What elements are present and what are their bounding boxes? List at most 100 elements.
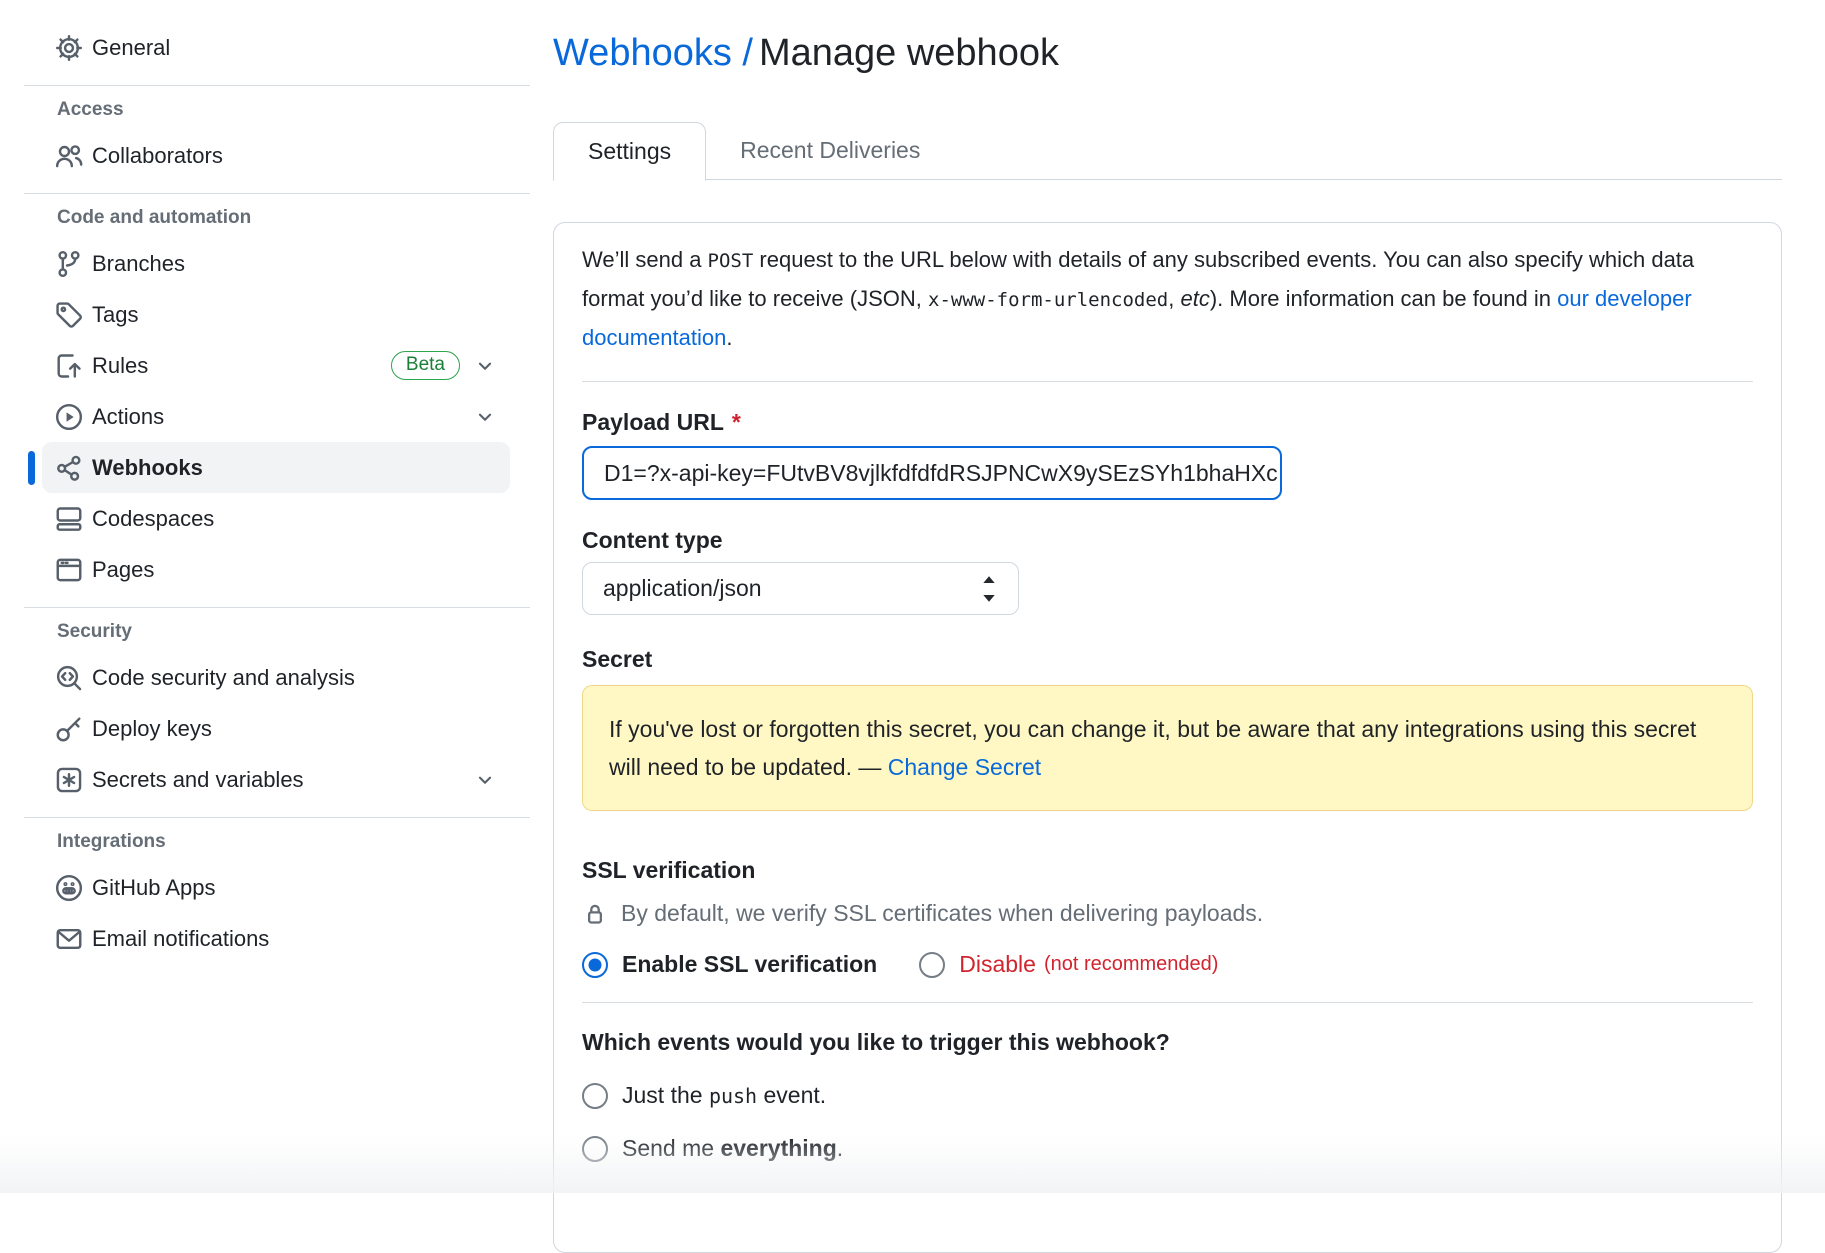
sidebar-item-label: Rules (92, 353, 148, 379)
main-content: Webhooks /Manage webhook Settings Recent… (530, 0, 1825, 1193)
sidebar-item-email-notifications[interactable]: Email notifications (42, 913, 510, 964)
sidebar-item-label: Email notifications (92, 926, 269, 952)
everything-bold: everything (720, 1135, 836, 1161)
change-secret-link[interactable]: Change Secret (888, 754, 1041, 780)
webhook-description: We’ll send a POST request to the URL bel… (582, 241, 1753, 357)
sidebar-item-branches[interactable]: Branches (42, 238, 510, 289)
people-icon (54, 141, 84, 171)
just-push-text: Just the (622, 1082, 709, 1108)
page-title-current: Manage webhook (759, 32, 1059, 74)
sidebar-item-pages[interactable]: Pages (42, 544, 510, 595)
enable-ssl-radio[interactable] (582, 952, 608, 978)
sidebar-item-rules[interactable]: Rules Beta (42, 340, 510, 391)
section-divider (582, 1002, 1753, 1003)
just-push-label: Just the push event. (622, 1082, 826, 1109)
content-type-value: application/json (603, 575, 762, 602)
payload-url-input[interactable]: D1=?x-api-key=FUtvBV8vjlkfdfdfdRSJPNCwX9… (582, 446, 1282, 500)
rules-icon (54, 351, 84, 381)
ssl-note-text: By default, we verify SSL certificates w… (621, 900, 1263, 927)
mail-icon (54, 924, 84, 954)
sidebar-item-label: GitHub Apps (92, 875, 216, 901)
sidebar-divider (24, 607, 530, 608)
chevron-down-icon (474, 355, 496, 377)
secrets-icon (54, 765, 84, 795)
description-text: ). More information can be found in (1210, 286, 1557, 311)
disable-ssl-note: (not recommended) (1044, 953, 1219, 976)
sidebar-item-label: Secrets and variables (92, 767, 304, 793)
events-question: Which events would you like to trigger t… (582, 1029, 1753, 1056)
send-everything-label: Send me everything. (622, 1135, 843, 1162)
content-type-select[interactable]: application/json (582, 562, 1019, 615)
sidebar-item-label: Deploy keys (92, 716, 212, 742)
tabnav: Settings Recent Deliveries (553, 122, 1782, 180)
chevron-down-icon (474, 769, 496, 791)
send-everything-radio[interactable] (582, 1136, 608, 1162)
sidebar-section-header: Access (57, 98, 530, 122)
disable-ssl-label: Disable (959, 951, 1036, 978)
key-icon (54, 714, 84, 744)
tab-settings[interactable]: Settings (553, 122, 706, 181)
sidebar-item-label: Pages (92, 557, 154, 583)
event-option-push: Just the push event. (582, 1082, 1753, 1109)
sidebar-item-general[interactable]: General (42, 22, 510, 73)
sidebar-item-collaborators[interactable]: Collaborators (42, 130, 510, 181)
section-divider (582, 381, 1753, 382)
required-asterisk: * (732, 409, 741, 435)
pages-icon (54, 555, 84, 585)
urlencoded-code: x-www-form-urlencoded (928, 289, 1168, 311)
branch-icon (54, 249, 84, 279)
secret-label: Secret (582, 645, 1753, 673)
sidebar-item-webhooks[interactable]: Webhooks (42, 442, 510, 493)
etc-italic: etc (1180, 286, 1209, 311)
sidebar-item-label: Actions (92, 404, 164, 430)
active-indicator (28, 451, 35, 485)
description-text: We’ll send a (582, 247, 708, 272)
payload-url-value: RSJPNCwX9ySEzSYh1bhaHXc (949, 460, 1278, 487)
disable-ssl-group: Disable (not recommended) (919, 951, 1218, 978)
ssl-verification-heading: SSL verification (582, 857, 1753, 884)
sidebar-item-label: General (92, 35, 170, 61)
repo-settings-page: General Access Collaborators Code and autom… (0, 0, 1825, 1193)
send-everything-text: Send me (622, 1135, 720, 1161)
sidebar-divider (24, 193, 530, 194)
payload-url-label-text: Payload URL (582, 409, 724, 435)
sidebar-item-label: Tags (92, 302, 138, 328)
sidebar-item-deploy-keys[interactable]: Deploy keys (42, 703, 510, 754)
tag-icon (54, 300, 84, 330)
breadcrumb-webhooks-link[interactable]: Webhooks / (553, 32, 753, 74)
just-push-radio[interactable] (582, 1083, 608, 1109)
secret-warning-text: If you've lost or forgotten this secret,… (609, 716, 1696, 780)
tab-recent-deliveries[interactable]: Recent Deliveries (706, 122, 954, 179)
payload-url-label: Payload URL * (582, 408, 1753, 436)
sidebar-item-secrets-and-variables[interactable]: Secrets and variables (42, 754, 510, 805)
description-text: , (1168, 286, 1180, 311)
codescan-icon (54, 663, 84, 693)
sidebar-item-github-apps[interactable]: GitHub Apps (42, 862, 510, 913)
beta-badge: Beta (391, 351, 460, 381)
page-title: Webhooks /Manage webhook (553, 26, 1782, 80)
sidebar-section-header: Integrations (57, 830, 530, 854)
description-text: . (726, 325, 732, 350)
ssl-note: By default, we verify SSL certificates w… (582, 900, 1753, 927)
push-code: push (709, 1084, 757, 1108)
content-type-label: Content type (582, 526, 1753, 554)
send-everything-text: . (837, 1135, 843, 1161)
sidebar-item-tags[interactable]: Tags (42, 289, 510, 340)
event-option-everything: Send me everything. (582, 1135, 1753, 1162)
chevron-down-icon (474, 406, 496, 428)
sidebar-item-code-security-and-analysis[interactable]: Code security and analysis (42, 652, 510, 703)
unfold-icon (980, 574, 998, 604)
sidebar-item-actions[interactable]: Actions (42, 391, 510, 442)
post-code: POST (708, 250, 754, 272)
sidebar-item-codespaces[interactable]: Codespaces (42, 493, 510, 544)
sidebar-item-label: Codespaces (92, 506, 214, 532)
ssl-radio-group: Enable SSL verification Disable (not rec… (582, 951, 1753, 978)
disable-ssl-radio[interactable] (919, 952, 945, 978)
sidebar-section-header: Security (57, 620, 530, 644)
settings-sidebar: General Access Collaborators Code and autom… (0, 0, 530, 1193)
sidebar-item-label: Collaborators (92, 143, 223, 169)
sidebar-section-header: Code and automation (57, 206, 530, 230)
sidebar-divider (24, 85, 530, 86)
gear-icon (54, 33, 84, 63)
lock-icon (582, 901, 608, 927)
